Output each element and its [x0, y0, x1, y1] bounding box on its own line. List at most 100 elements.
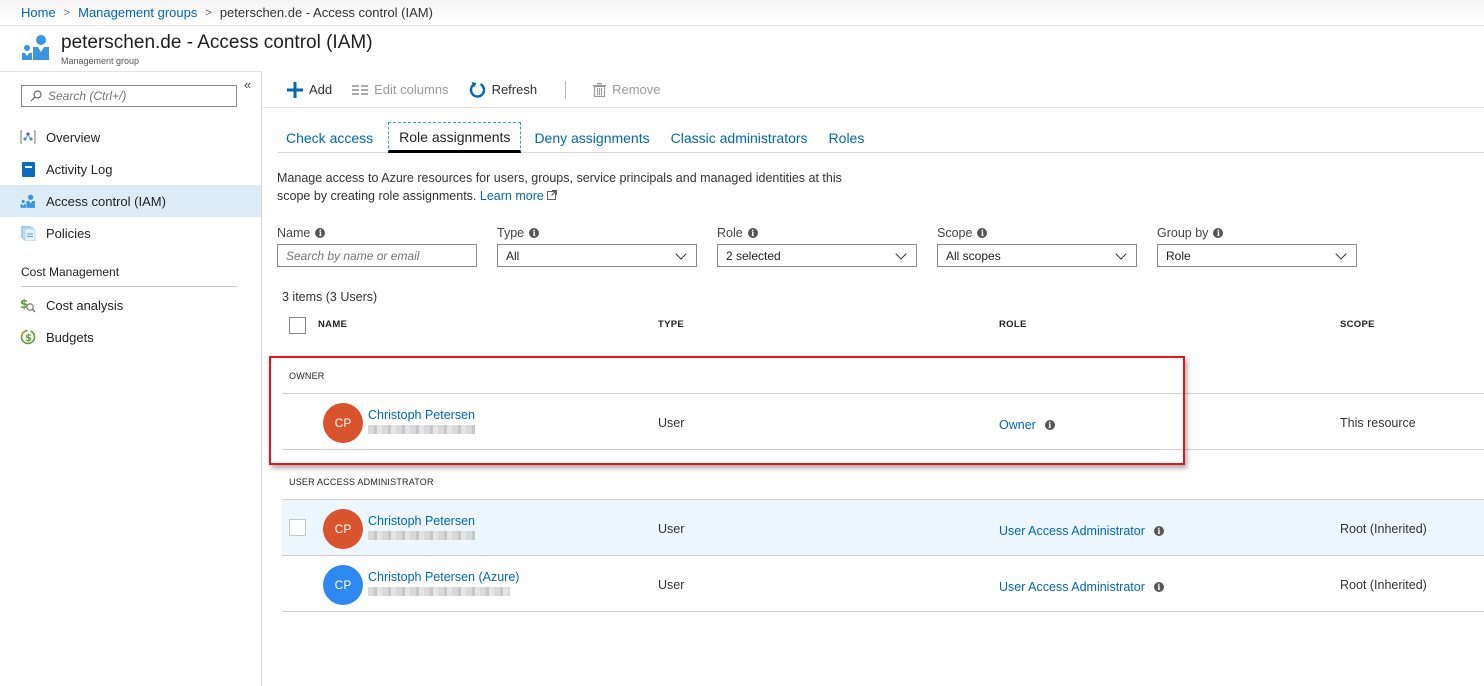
info-icon[interactable]: i — [1044, 420, 1055, 430]
user-email-redacted — [368, 425, 475, 434]
sidebar-item-overview[interactable]: Overview — [0, 121, 261, 153]
avatar: CP — [323, 565, 363, 605]
iam-users-icon — [22, 35, 49, 60]
info-icon[interactable]: i — [1153, 526, 1164, 536]
column-header-role[interactable]: ROLE — [999, 319, 1027, 330]
scope-value: This resource — [1340, 416, 1416, 430]
cost-analysis-icon: $ — [20, 297, 36, 313]
items-count: 3 items (3 Users) — [282, 290, 378, 304]
user-email-redacted — [368, 531, 475, 540]
role-label: Owner — [999, 418, 1036, 432]
info-icon[interactable]: i — [529, 228, 540, 238]
command-bar: Add Edit columns Refresh Remove — [262, 72, 1484, 108]
sidebar-search-input[interactable] — [48, 89, 228, 103]
role-label: User Access Administrator — [999, 524, 1145, 538]
info-icon[interactable]: i — [1153, 582, 1164, 592]
user-type: User — [658, 416, 685, 430]
search-icon — [30, 90, 42, 102]
column-header-name[interactable]: NAME — [318, 319, 347, 330]
sidebar-item-policies[interactable]: Policies — [0, 217, 261, 249]
sidebar-item-cost-analysis[interactable]: $ Cost analysis — [0, 289, 261, 321]
user-type: User — [658, 522, 685, 536]
sidebar-item-access-control[interactable]: Access control (IAM) — [0, 185, 261, 217]
budgets-icon: $ — [20, 329, 36, 345]
tab-role-assignments[interactable]: Role assignments — [388, 122, 522, 153]
table-row[interactable]: CP Christoph Petersen User User Access A… — [282, 500, 1484, 556]
tab-roles[interactable]: Roles — [821, 122, 873, 153]
chevron-down-icon — [675, 247, 687, 260]
tab-deny-assignments[interactable]: Deny assignments — [526, 122, 657, 153]
info-icon[interactable]: i — [977, 228, 988, 238]
columns-icon — [352, 84, 369, 96]
collapse-sidebar-button[interactable]: « — [244, 77, 251, 92]
role-link[interactable]: Owner i — [999, 418, 1055, 432]
role-link[interactable]: User Access Administrator i — [999, 524, 1164, 538]
sidebar-item-label: Overview — [46, 129, 101, 145]
row-divider — [282, 611, 1484, 612]
description-text: Manage access to Azure resources for use… — [277, 171, 842, 203]
add-button[interactable]: Add — [287, 81, 332, 98]
trash-icon — [593, 82, 607, 97]
page-subtitle: Management group — [61, 56, 140, 66]
plus-icon — [287, 81, 303, 98]
refresh-button[interactable]: Refresh — [469, 81, 537, 98]
info-icon[interactable]: i — [747, 228, 758, 238]
filter-group-by-label: Group by — [1157, 226, 1209, 240]
sidebar-item-label: Cost analysis — [46, 297, 124, 313]
learn-more-label: Learn more — [479, 188, 544, 203]
edit-columns-button[interactable]: Edit columns — [352, 82, 449, 97]
avatar-initials: CP — [334, 416, 352, 430]
sidebar-search[interactable] — [21, 85, 237, 107]
scope-dropdown[interactable]: All scopes — [937, 244, 1137, 267]
role-link[interactable]: User Access Administrator i — [999, 580, 1164, 594]
info-icon[interactable]: i — [1213, 228, 1224, 238]
tab-classic-administrators[interactable]: Classic administrators — [663, 122, 816, 153]
filter-role-label: Role — [717, 226, 743, 240]
sidebar-item-budgets[interactable]: $ Budgets — [0, 321, 261, 353]
sidebar-item-label: Access control (IAM) — [46, 193, 166, 209]
external-link-icon — [547, 189, 558, 200]
avatar: CP — [323, 403, 363, 443]
tab-bar: Check access Role assignments Deny assig… — [278, 122, 1484, 153]
filter-type-label: Type — [497, 226, 525, 240]
sidebar-item-activity-log[interactable]: Activity Log — [0, 153, 261, 185]
policies-icon — [20, 225, 36, 241]
edit-columns-label: Edit columns — [374, 82, 449, 97]
svg-text:$: $ — [25, 333, 32, 344]
group-by-dropdown-value: Role — [1166, 248, 1191, 263]
filter-role: Role i 2 selected — [717, 225, 917, 267]
page-title: peterschen.de - Access control (IAM) — [61, 32, 373, 53]
column-header-scope[interactable]: SCOPE — [1340, 319, 1375, 330]
group-by-dropdown[interactable]: Role — [1157, 244, 1357, 267]
user-name-link[interactable]: Christoph Petersen — [368, 408, 475, 422]
sidebar-item-label: Activity Log — [46, 161, 113, 177]
row-checkbox[interactable] — [289, 519, 306, 536]
avatar-initials: CP — [334, 522, 352, 536]
breadcrumb-home[interactable]: Home — [21, 5, 56, 20]
chevron-down-icon — [1335, 247, 1347, 260]
user-name-link[interactable]: Christoph Petersen — [368, 514, 475, 528]
name-search-input[interactable] — [277, 244, 477, 267]
tab-check-access[interactable]: Check access — [278, 122, 381, 153]
scope-value: Root (Inherited) — [1340, 522, 1427, 536]
breadcrumb: Home > Management groups > peterschen.de… — [0, 0, 1484, 26]
role-dropdown[interactable]: 2 selected — [717, 244, 917, 267]
column-header-type[interactable]: TYPE — [658, 319, 684, 330]
iam-icon — [20, 193, 36, 209]
breadcrumb-management-groups[interactable]: Management groups — [78, 5, 197, 20]
user-name-link[interactable]: Christoph Petersen (Azure) — [368, 570, 519, 584]
table-row[interactable]: CP Christoph Petersen User Owner i This r… — [282, 394, 1484, 450]
chevron-down-icon — [1115, 247, 1127, 260]
group-header-owner: OWNER — [289, 371, 325, 381]
select-all-checkbox[interactable] — [289, 317, 306, 334]
info-icon[interactable]: i — [315, 228, 326, 238]
learn-more-link[interactable]: Learn more — [479, 188, 558, 203]
user-email-redacted — [368, 587, 510, 596]
remove-button[interactable]: Remove — [593, 82, 661, 97]
sidebar: « Overview Activity Log — [0, 71, 262, 686]
table-row[interactable]: CP Christoph Petersen (Azure) User User … — [282, 556, 1484, 612]
scope-dropdown-value: All scopes — [946, 248, 1001, 263]
avatar-initials: CP — [334, 578, 352, 592]
description: Manage access to Azure resources for use… — [277, 170, 877, 205]
type-dropdown[interactable]: All — [497, 244, 697, 267]
